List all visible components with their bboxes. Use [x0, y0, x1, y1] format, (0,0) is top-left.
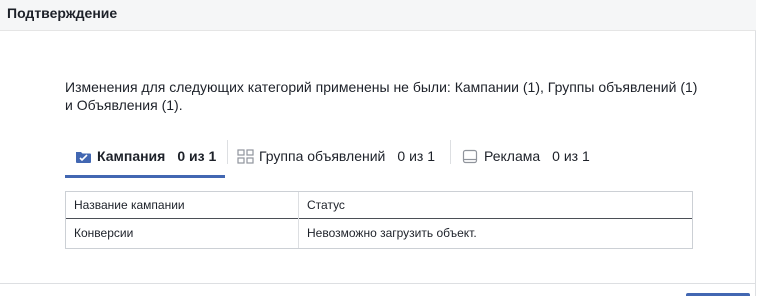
dialog-title: Подтверждение — [7, 5, 118, 21]
table-row: Конверсии Невозможно загрузить объект. — [66, 218, 692, 248]
footer-divider — [0, 283, 756, 284]
tab-ad-set-count: 0 из 1 — [397, 148, 435, 164]
ad-set-grid-icon — [237, 148, 254, 164]
ad-monitor-icon — [462, 149, 479, 164]
tab-bar: Кампания 0 из 1 Группа объявлений 0 из 1 — [65, 134, 692, 178]
tab-ad-count: 0 из 1 — [552, 148, 590, 164]
campaign-folder-icon — [75, 149, 92, 164]
tab-campaign[interactable]: Кампания 0 из 1 — [65, 134, 225, 178]
column-header-status: Статус — [298, 192, 692, 218]
tab-ad-set[interactable]: Группа объявлений 0 из 1 — [237, 134, 435, 178]
table-header: Название кампании Статус — [66, 192, 692, 219]
dialog-header: Подтверждение — [0, 0, 756, 31]
status-cell: Невозможно загрузить объект. — [298, 218, 692, 248]
confirmation-dialog: Подтверждение Изменения для следующих ка… — [0, 0, 756, 296]
tab-ad-label: Реклама — [484, 148, 541, 164]
status-message: Изменения для следующих категорий примен… — [65, 79, 698, 113]
results-table: Название кампании Статус Конверсии Невоз… — [65, 191, 693, 249]
tab-divider — [450, 140, 451, 164]
tab-campaign-count: 0 из 1 — [177, 148, 217, 164]
column-header-campaign-name: Название кампании — [74, 198, 185, 212]
campaign-name-cell: Конверсии — [74, 226, 134, 240]
tab-ad-set-label: Группа объявлений — [259, 148, 386, 164]
tab-divider — [227, 140, 228, 164]
tab-campaign-label: Кампания — [97, 148, 166, 164]
tab-ad[interactable]: Реклама 0 из 1 — [462, 134, 590, 178]
